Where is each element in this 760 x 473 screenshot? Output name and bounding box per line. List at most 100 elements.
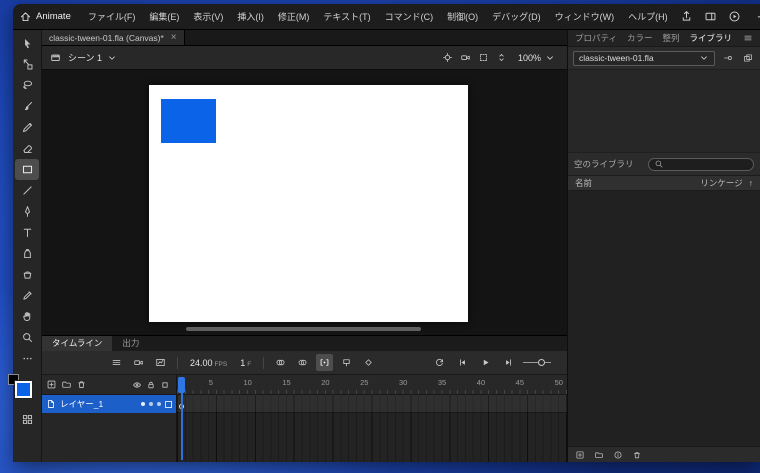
library-document-select[interactable]: classic-tween-01.fla [573, 50, 715, 66]
lock-icon[interactable] [146, 380, 156, 390]
properties-info-icon[interactable] [613, 450, 623, 460]
zoom-stepper-icon[interactable] [496, 52, 507, 63]
tab-color[interactable]: カラー [627, 32, 653, 44]
workspace-button[interactable] [699, 7, 723, 27]
menu-item[interactable]: ファイル(F) [81, 4, 143, 30]
loop-button[interactable] [431, 354, 448, 371]
hand-tool[interactable] [15, 306, 39, 327]
menu-item[interactable]: ウィンドウ(W) [548, 4, 622, 30]
menu-item[interactable]: コマンド(C) [378, 4, 441, 30]
delete-trash-icon[interactable] [632, 450, 642, 460]
chevron-down-icon[interactable] [107, 53, 117, 63]
column-linkage[interactable]: リンケージ [700, 177, 742, 189]
outline-square-icon[interactable] [160, 380, 170, 390]
new-library-panel-button[interactable] [740, 51, 755, 66]
edit-multiple-frames-button[interactable] [316, 354, 334, 371]
sort-ascending-icon[interactable]: ↑ [749, 178, 753, 188]
clip-bounds-icon[interactable] [478, 52, 489, 63]
share-button[interactable] [675, 7, 699, 27]
tab-output[interactable]: 出力 [112, 336, 149, 351]
menu-item[interactable]: 修正(M) [271, 4, 317, 30]
zoom-select[interactable]: 100% [514, 52, 559, 64]
add-camera-button[interactable] [130, 354, 147, 371]
tab-align[interactable]: 整列 [663, 32, 680, 44]
document-tab[interactable]: classic-tween-01.fla (Canvas)* × [42, 30, 185, 45]
layer-lock-dot[interactable] [157, 402, 161, 406]
desktop-wallpaper: Animate ファイル(F) 編集(E) 表示(V) 挿入(I) 修正(M) テキスト(… [0, 0, 760, 473]
frame-rate[interactable]: 24.00 FPS [190, 358, 227, 368]
layer-frames-row[interactable] [177, 395, 567, 413]
ink-bottle-tool[interactable] [15, 243, 39, 264]
step-back-button[interactable] [454, 354, 471, 371]
camera-icon[interactable] [460, 52, 471, 63]
layer-outline-color[interactable] [165, 400, 172, 408]
blue-rectangle-shape[interactable] [161, 99, 216, 143]
pen-tool[interactable] [15, 201, 39, 222]
frame-view-button[interactable] [152, 354, 169, 371]
minimize-button[interactable] [747, 5, 760, 29]
create-tween-button[interactable] [360, 354, 377, 371]
onion-outline-button[interactable] [294, 354, 311, 371]
menu-item[interactable]: テキスト(T) [316, 4, 377, 30]
playhead-line[interactable] [181, 377, 183, 460]
eraser-tool[interactable] [15, 138, 39, 159]
column-name[interactable]: 名前 [575, 177, 700, 189]
frames-area[interactable] [177, 395, 567, 462]
panel-menu-button[interactable] [743, 33, 753, 43]
line-tool[interactable] [15, 180, 39, 201]
new-symbol-icon[interactable] [575, 450, 585, 460]
library-search-input[interactable] [667, 159, 748, 169]
delete-layer-icon[interactable] [76, 379, 87, 390]
menu-item[interactable]: デバッグ(D) [485, 4, 548, 30]
timeline-ruler[interactable]: 5 10 15 20 25 30 35 40 45 50 [177, 375, 567, 394]
rectangle-tool[interactable] [15, 159, 39, 180]
tab-library[interactable]: ライブラリ [690, 32, 733, 44]
tab-properties[interactable]: プロパティ [575, 32, 617, 44]
layer-row[interactable]: レイヤー_1 [42, 395, 176, 413]
paint-bucket-tool[interactable] [15, 264, 39, 285]
add-layer-icon[interactable] [46, 379, 57, 390]
selection-tool[interactable] [15, 33, 39, 54]
show-hide-eye-icon[interactable] [132, 380, 142, 390]
zoom-tool[interactable] [15, 327, 39, 348]
more-tools-button[interactable] [15, 348, 39, 369]
free-transform-tool[interactable] [15, 54, 39, 75]
pin-library-button[interactable] [720, 51, 735, 66]
menu-item[interactable]: 編集(E) [142, 4, 186, 30]
edit-toolbar-button[interactable] [15, 409, 39, 430]
stage-canvas[interactable] [149, 85, 468, 322]
menu-item[interactable]: ヘルプ(H) [621, 4, 675, 30]
library-item-list[interactable] [568, 191, 760, 446]
new-folder-icon[interactable] [61, 379, 72, 390]
step-forward-button[interactable] [500, 354, 517, 371]
scene-breadcrumb[interactable]: シーン 1 [68, 51, 102, 64]
center-stage-icon[interactable] [442, 52, 453, 63]
onion-skin-button[interactable] [272, 354, 289, 371]
play-button[interactable] [477, 354, 494, 371]
layer-visibility-dot[interactable] [149, 402, 153, 406]
chevron-down-icon [547, 55, 553, 60]
brush-tool[interactable] [15, 96, 39, 117]
slider-knob[interactable] [538, 358, 545, 366]
lasso-tool[interactable] [15, 75, 39, 96]
new-folder-icon[interactable] [594, 450, 604, 460]
modify-markers-button[interactable] [338, 354, 355, 371]
pencil-tool[interactable] [15, 117, 39, 138]
tab-timeline[interactable]: タイムライン [42, 336, 113, 351]
home-button[interactable] [19, 7, 32, 27]
layers-view-button[interactable] [108, 354, 125, 371]
stage-pasteboard[interactable] [42, 70, 567, 335]
library-search-box[interactable] [648, 157, 754, 171]
text-tool[interactable] [15, 222, 39, 243]
stage-hscrollbar[interactable] [186, 327, 421, 331]
layer-name[interactable]: レイヤー_1 [60, 398, 137, 410]
tab-close-icon[interactable]: × [171, 32, 177, 43]
current-frame[interactable]: 1 F [240, 358, 251, 368]
eyedropper-tool[interactable] [15, 285, 39, 306]
onion-range-slider[interactable] [523, 357, 551, 369]
test-movie-button[interactable] [723, 7, 747, 27]
fill-color-swatch[interactable] [14, 380, 33, 399]
menu-item[interactable]: 制御(O) [440, 4, 485, 30]
menu-item[interactable]: 挿入(I) [230, 4, 271, 30]
menu-item[interactable]: 表示(V) [186, 4, 230, 30]
